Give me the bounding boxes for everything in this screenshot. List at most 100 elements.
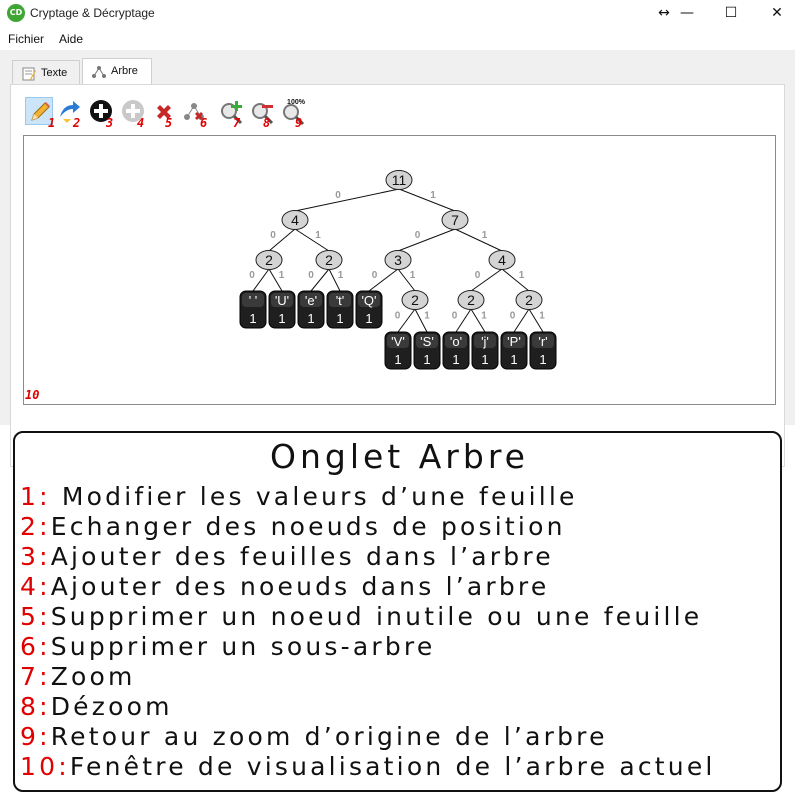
tree-leaf-count: 1 [336, 311, 343, 326]
zoom-in-button[interactable] [218, 97, 246, 125]
tree-leaf-count: 1 [394, 352, 401, 367]
tree-leaf-count: 1 [539, 352, 546, 367]
legend-item-text: Modifier les valeurs d’une feuille [50, 482, 578, 511]
huffman-tree: 0 10 1 0 10 1 0 1 0 1 0 10 1 0 1 0 1114 72 2 3 42 2 2' '1'U'1'… [239, 170, 557, 370]
client-area: Texte Arbre 1 2 3 4 5 6 7 8 100% 9 0 1 0… [0, 50, 795, 467]
tree-leaf-char: 'Q' [361, 293, 376, 308]
legend-item-number: 9: [20, 722, 51, 751]
tree-leaf-count: 1 [307, 311, 314, 326]
tab-texte-label: Texte [41, 67, 68, 79]
legend-item: 1: Modifier les valeurs d’une feuille [20, 482, 578, 511]
tree-leaf-count: 1 [365, 311, 372, 326]
tree-node-weight: 2 [265, 252, 273, 268]
arbre-panel: 1 2 3 4 5 6 7 8 100% 9 0 1 0 1 0 1 0 1 0… [10, 84, 785, 467]
legend-item-text: Retour au zoom d’origine de l’arbre [50, 722, 608, 751]
tree-leaf-char: 'j' [481, 334, 489, 349]
tool-number-7: 7 [233, 116, 241, 130]
tree-node-weight: 2 [325, 252, 333, 268]
zoom-reset-icon: 100% [283, 99, 306, 126]
legend-item-number: 1: [20, 482, 51, 511]
legend-item-number: 2: [20, 512, 51, 541]
legend-item-number: 6: [20, 632, 51, 661]
edge-bit-label: 0 [335, 190, 341, 201]
zoom-in-icon [221, 101, 243, 125]
tool-number-8: 8 [263, 116, 271, 130]
tree-edge [455, 308, 472, 333]
tree-leaf-char: 'V' [391, 334, 405, 349]
tree-leaf-count: 1 [249, 311, 256, 326]
zoom-reset-button[interactable]: 100% [280, 97, 308, 126]
title-bar: CD Cryptage & Décryptage ↔ — ☐ ✕ [0, 0, 795, 28]
legend-item-text: Dézoom [50, 692, 173, 721]
legend-item-text: Ajouter des noeuds dans l’arbre [50, 572, 550, 601]
tree-leaf-char: 'e' [305, 293, 317, 308]
tree-leaf-count: 1 [481, 352, 488, 367]
legend-box: Onglet Arbre 1: Modifier les valeurs d’u… [13, 431, 782, 792]
tree-edge [513, 308, 530, 333]
legend-item: 6:Supprimer un sous-arbre [20, 632, 435, 661]
edge-bit-label: 1 [482, 230, 488, 241]
edge-bit-label: 0 [372, 270, 378, 281]
legend-item: 7:Zoom [20, 662, 136, 691]
legend-item-number: 10: [20, 752, 70, 781]
edge-bit-label: 1 [315, 230, 321, 241]
legend-title: Onglet Arbre [270, 437, 529, 476]
tree-leaf-char: 'o' [450, 334, 462, 349]
edge-bit-label: 1 [279, 270, 285, 281]
edge-bit-label: 0 [510, 311, 516, 322]
tree-leaf-char: 't' [336, 293, 345, 308]
tree-edge [454, 228, 503, 252]
menu-fichier[interactable]: Fichier [8, 32, 44, 46]
legend-item: 9:Retour au zoom d’origine de l’arbre [20, 722, 608, 751]
edge-bit-label: 0 [415, 230, 421, 241]
tab-arbre[interactable]: Arbre [82, 58, 152, 85]
tree-node-weight: 11 [392, 172, 407, 188]
legend-item: 2:Echanger des noeuds de position [20, 512, 566, 541]
delete-node-button[interactable] [150, 97, 178, 125]
tree-node-weight: 4 [291, 212, 299, 228]
tab-texte[interactable]: Texte [12, 60, 80, 84]
edge-bit-label: 0 [475, 270, 481, 281]
tree-edge [252, 268, 270, 292]
minimize-button[interactable]: — [664, 0, 710, 28]
tree-node-weight: 2 [525, 292, 533, 308]
edge-bit-label: 0 [395, 311, 401, 322]
edge-bit-label: 1 [410, 270, 416, 281]
tree-view[interactable]: 0 1 0 1 0 1 0 1 0 1 0 1 0 1 0 1 0 1 0 1 11 4 7 2 2 3 4 2 2 2 ' ' 1 'U' 1 '… [23, 135, 776, 405]
menu-aide[interactable]: Aide [59, 32, 83, 46]
tree-leaf-char: ' ' [249, 293, 258, 308]
edge-bit-label: 1 [424, 311, 430, 322]
close-button[interactable]: ✕ [754, 0, 795, 28]
legend-item-text: Zoom [50, 662, 136, 691]
legend-item: 4:Ajouter des noeuds dans l’arbre [20, 572, 549, 601]
tree-leaf-count: 1 [510, 352, 517, 367]
edge-bit-label: 0 [249, 270, 255, 281]
menu-bar: Fichier Aide [0, 28, 795, 50]
edge-bit-label: 1 [519, 270, 525, 281]
tool-number-2: 2 [73, 116, 81, 130]
tree-leaf-count: 1 [452, 352, 459, 367]
tool-number-4: 4 [137, 116, 145, 130]
legend-item-text: Fenêtre de visualisation de l’arbre actu… [69, 752, 716, 781]
tree-edge [294, 228, 330, 252]
tree-node-weight: 2 [411, 292, 419, 308]
tree-leaf-count: 1 [423, 352, 430, 367]
tool-number-3: 3 [106, 116, 114, 130]
tree-node-weight: 7 [451, 212, 459, 228]
legend-item-number: 4: [20, 572, 51, 601]
edge-bit-label: 1 [430, 190, 436, 201]
tree-edge [294, 188, 400, 212]
app-logo-icon: CD [7, 4, 25, 22]
tree-edge [397, 228, 456, 252]
tab-arbre-label: Arbre [111, 65, 138, 77]
edge-bit-label: 0 [270, 230, 276, 241]
tree-node-weight: 3 [394, 252, 402, 268]
edge-bit-label: 0 [308, 270, 314, 281]
legend-item: 8:Dézoom [20, 692, 173, 721]
legend-item-text: Supprimer un sous-arbre [50, 632, 436, 661]
tool-number-5: 5 [165, 116, 173, 130]
tree-edge [398, 188, 456, 212]
maximize-button[interactable]: ☐ [708, 0, 754, 28]
zoom-reset-badge: 100% [287, 99, 306, 106]
legend-item-text: Echanger des noeuds de position [50, 512, 566, 541]
